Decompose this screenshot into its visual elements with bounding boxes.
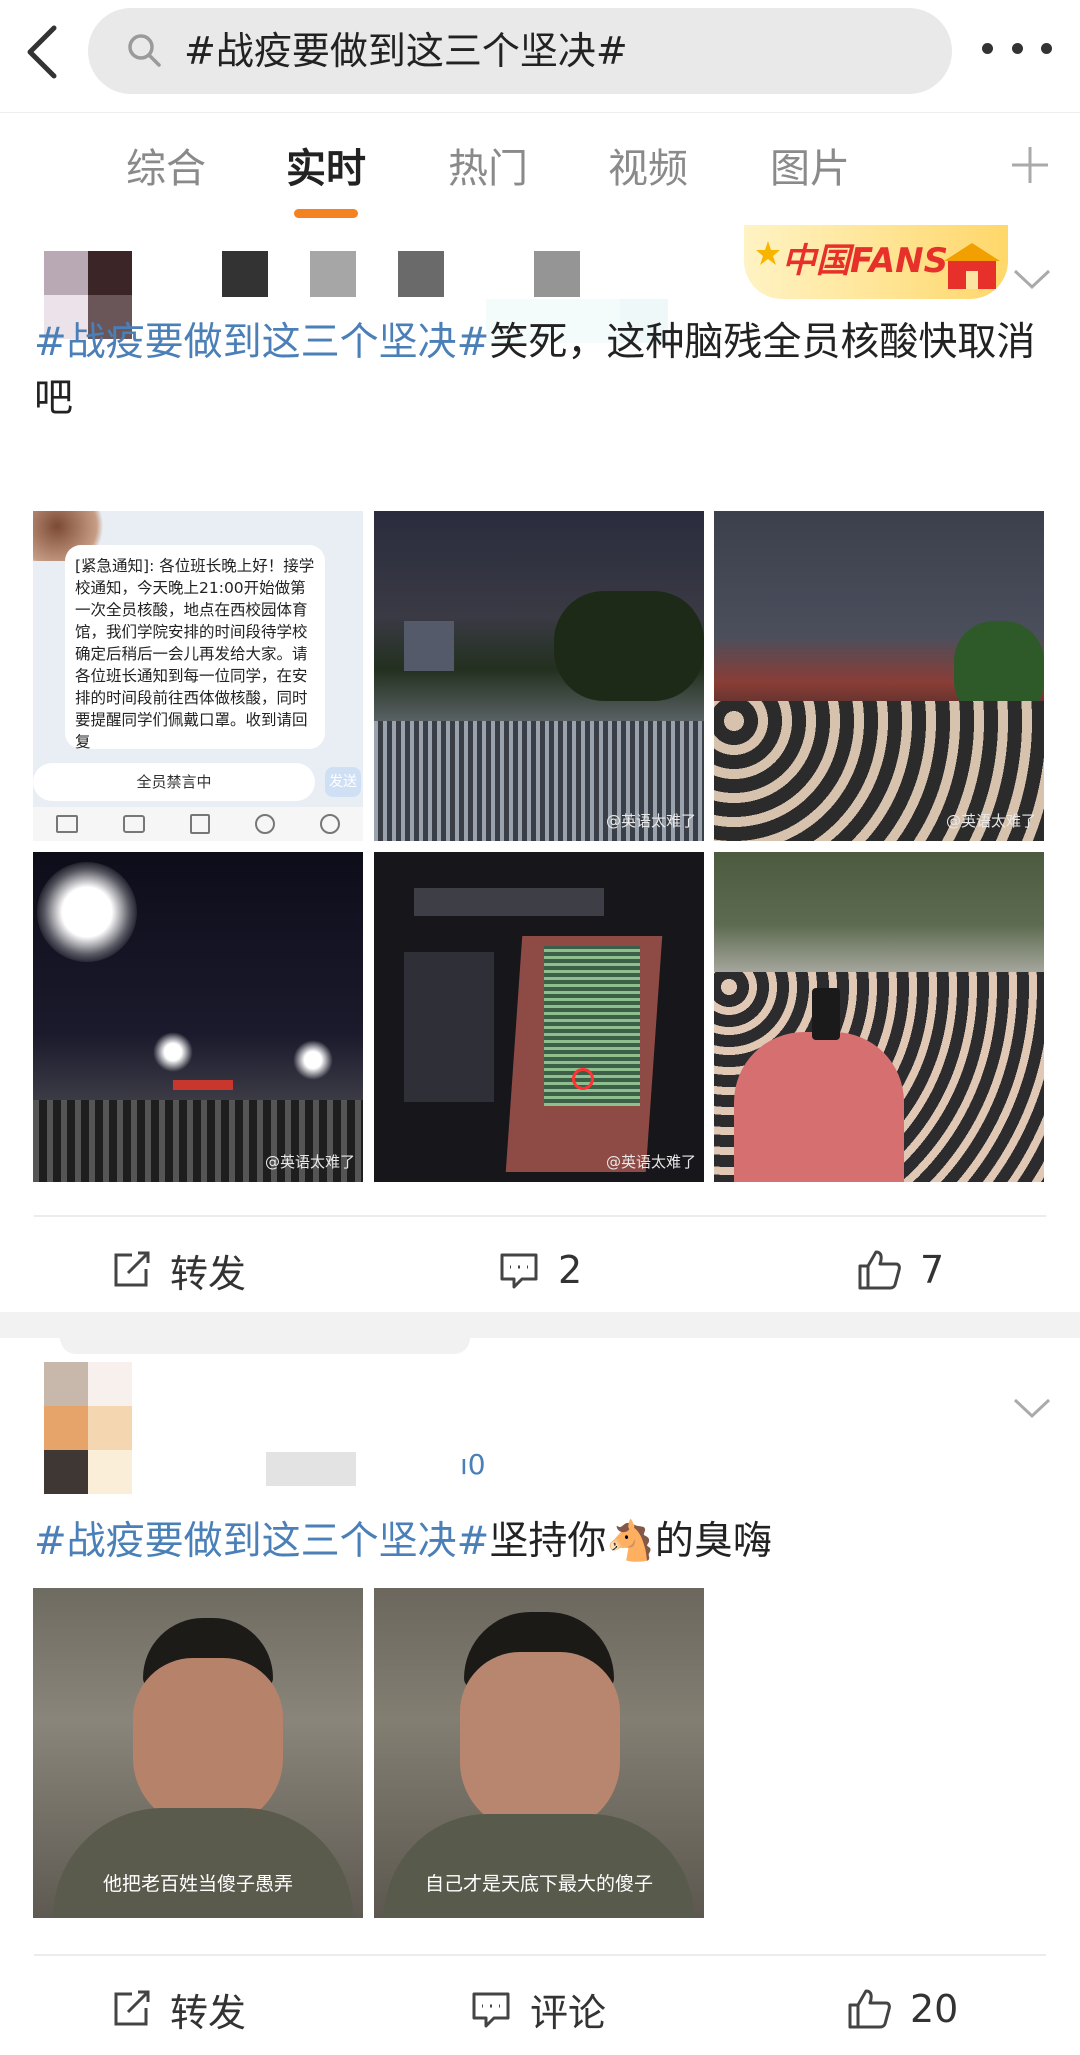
thumbs-up-icon <box>858 1250 901 1290</box>
comment-icon <box>500 1253 538 1289</box>
post-card[interactable]: 中国FANS #战疫要做到这三个坚决#笑死，这种脑残全员核酸快取消吧 [紧急通知… <box>0 225 1080 1312</box>
top-bar: #战疫要做到这三个坚决# <box>0 0 1080 110</box>
camera-icon <box>122 815 145 833</box>
card-separator <box>0 1312 1080 1338</box>
image-icon <box>55 815 78 833</box>
image-crowd-night-2[interactable]: @英语太难了 <box>714 511 1044 841</box>
tab-bar: 综合 实时 热门 视频 图片 <box>0 112 1080 226</box>
image-crowd-queue[interactable] <box>714 852 1044 1182</box>
post-actions: 转发 2 7 <box>0 1225 1080 1315</box>
hashtag-link[interactable]: #战疫要做到这三个坚决# <box>34 320 489 365</box>
repost-button[interactable]: 转发 <box>110 1225 246 1315</box>
more-icon[interactable] <box>982 38 1052 58</box>
muted-status: 全员禁言中 <box>33 763 315 801</box>
username-redacted <box>266 1452 356 1486</box>
image-film-still-2[interactable]: 自己才是天底下最大的傻子 <box>374 1588 704 1918</box>
tab-video[interactable]: 视频 <box>608 145 688 193</box>
fans-badge: 中国FANS <box>744 225 1008 299</box>
post-card[interactable]: ı0 #战疫要做到这三个坚决#坚持你🐴的臭嗨 他把老百姓当傻子愚弄 自己才是天底… <box>0 1338 1080 2055</box>
tab-comprehensive[interactable]: 综合 <box>126 145 206 193</box>
avatar[interactable] <box>44 1362 132 1494</box>
tab-images[interactable]: 图片 <box>770 145 850 193</box>
notice-bubble: [紧急通知]: 各位班长晚上好！接学校通知，今天晚上21:00开始做第一次全员核… <box>65 545 325 749</box>
more-options-icon <box>320 814 341 834</box>
chevron-down-icon[interactable] <box>1012 267 1052 291</box>
chat-toolbar <box>33 807 363 841</box>
post-actions: 转发 评论 20 <box>0 1964 1080 2054</box>
repost-icon <box>114 1251 150 1287</box>
comment-icon <box>472 1992 510 2028</box>
tab-realtime[interactable]: 实时 <box>286 145 366 193</box>
repost-button[interactable]: 转发 <box>110 1964 246 2054</box>
star-icon <box>756 241 780 265</box>
comment-button[interactable]: 评论 <box>470 1964 606 2054</box>
image-aerial-field[interactable]: @英语太难了 <box>374 852 704 1182</box>
image-crowd-night-3[interactable]: @英语太难了 <box>33 852 363 1182</box>
repost-icon <box>114 1990 150 2026</box>
gate-icon <box>944 243 1000 289</box>
image-caption: 他把老百姓当傻子愚弄 <box>102 1873 293 1895</box>
add-tab-icon[interactable] <box>1008 143 1052 187</box>
like-button[interactable]: 7 <box>856 1225 944 1315</box>
hashtag-link[interactable]: #战疫要做到这三个坚决# <box>34 1519 489 1564</box>
search-query[interactable]: #战疫要做到这三个坚决# <box>184 26 628 76</box>
search-bar[interactable]: #战疫要做到这三个坚决# <box>88 8 952 94</box>
gift-icon <box>189 814 210 834</box>
image-caption: 自己才是天底下最大的傻子 <box>424 1873 653 1895</box>
post-meta: ı0 <box>460 1448 486 1481</box>
chevron-down-icon[interactable] <box>1012 1396 1052 1420</box>
image-film-still-1[interactable]: 他把老百姓当傻子愚弄 <box>33 1588 363 1918</box>
emoji-icon <box>255 814 276 834</box>
active-tab-indicator <box>294 209 358 218</box>
post-text: #战疫要做到这三个坚决#坚持你🐴的臭嗨 <box>34 1519 772 1564</box>
image-notice-screenshot[interactable]: [紧急通知]: 各位班长晚上好！接学校通知，今天晚上21:00开始做第一次全员核… <box>33 511 363 841</box>
comment-button[interactable]: 2 <box>498 1225 582 1315</box>
username-redacted <box>222 251 268 297</box>
back-arrow-icon[interactable] <box>22 24 62 80</box>
tab-hot[interactable]: 热门 <box>448 145 528 193</box>
thumbs-up-icon <box>848 1989 891 2029</box>
like-button[interactable]: 20 <box>846 1964 958 2054</box>
image-crowd-night-1[interactable]: @英语太难了 <box>374 511 704 841</box>
post-text: #战疫要做到这三个坚决#笑死，这种脑残全员核酸快取消吧 <box>34 320 1036 421</box>
search-icon <box>128 34 161 67</box>
